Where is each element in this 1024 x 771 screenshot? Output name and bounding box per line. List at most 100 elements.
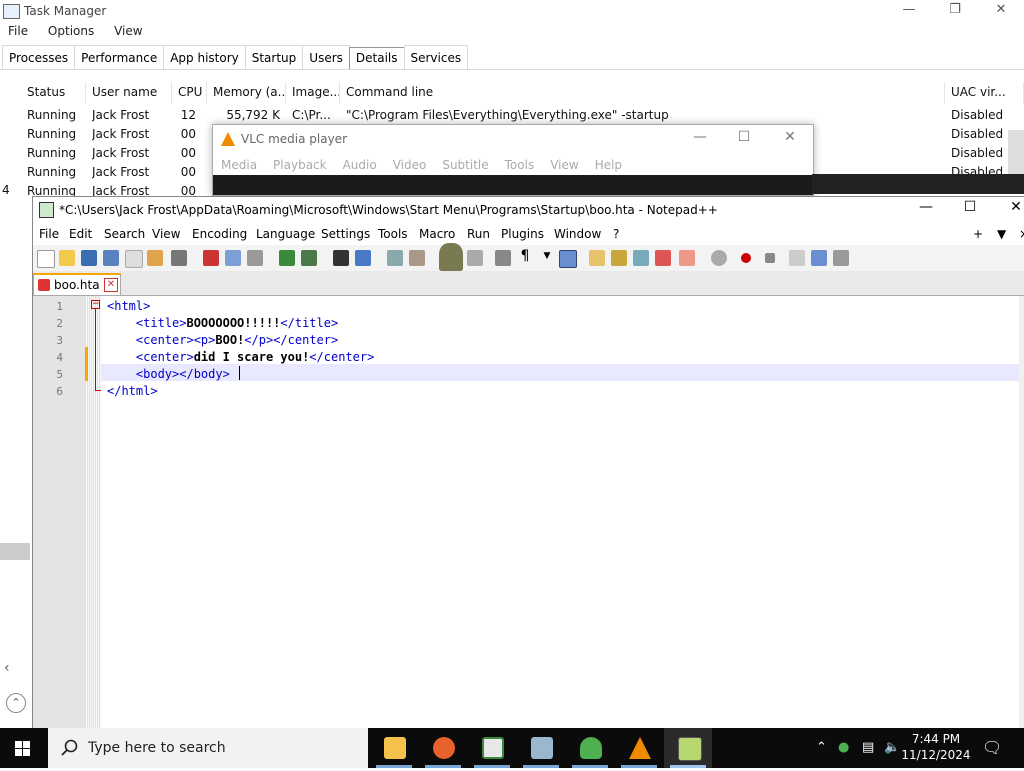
npp-menu-settings[interactable]: Settings	[321, 227, 370, 241]
col-command-line[interactable]: Command line	[340, 82, 945, 104]
col-user-name[interactable]: User name	[86, 82, 172, 104]
npp-vertical-scrollbar[interactable]	[1019, 296, 1024, 729]
taskbar-file-explorer[interactable]	[370, 728, 418, 768]
code-line[interactable]: </html>	[107, 384, 158, 398]
npp-menu-edit[interactable]: Edit	[69, 227, 92, 241]
notifications-icon[interactable]: 🗨	[982, 738, 1002, 757]
fewer-details-icon[interactable]: ⌃	[6, 693, 26, 713]
folder-workspace-icon[interactable]	[679, 250, 695, 266]
npp-minimize-icon[interactable]: —	[903, 199, 949, 221]
cut-icon[interactable]	[203, 250, 219, 266]
people-tray-icon[interactable]: ●	[838, 740, 849, 755]
col-status[interactable]: Status	[21, 82, 86, 104]
zoom-in-icon[interactable]	[387, 250, 403, 266]
close-icon[interactable]: ✕	[978, 2, 1024, 22]
undo-icon[interactable]	[279, 250, 295, 266]
vlc-menu-subtitle[interactable]: Subtitle	[442, 158, 488, 172]
taskbar-vlc[interactable]	[615, 728, 663, 768]
taskbar-people[interactable]	[566, 728, 614, 768]
file-tab-boo[interactable]: boo.hta ✕	[33, 273, 121, 295]
vlc-menu-video[interactable]: Video	[393, 158, 427, 172]
network-icon[interactable]: ▤	[862, 740, 874, 755]
npp-add-tab-icon[interactable]: +	[973, 227, 983, 241]
npp-menu-file[interactable]: File	[39, 227, 59, 241]
npp-menu-language[interactable]: Language	[256, 227, 315, 241]
indent-guide-icon[interactable]	[559, 250, 577, 268]
npp-menu-macro[interactable]: Macro	[419, 227, 455, 241]
system-clock[interactable]: 7:44 PM 11/12/2024	[896, 731, 976, 763]
npp-menu-help[interactable]: ?	[613, 227, 619, 241]
doc-map-icon[interactable]	[611, 250, 627, 266]
tab-users[interactable]: Users	[302, 45, 350, 69]
npp-menu-view[interactable]: View	[152, 227, 180, 241]
open-file-icon[interactable]	[59, 250, 75, 266]
run-macro-multiple-icon[interactable]	[811, 250, 827, 266]
npp-titlebar[interactable]: *C:\Users\Jack Frost\AppData\Roaming\Mic…	[33, 197, 1024, 223]
npp-menu-run[interactable]: Run	[467, 227, 490, 241]
taskbar-remote[interactable]	[517, 728, 565, 768]
tab-close-icon[interactable]: ✕	[104, 278, 118, 292]
vlc-menu-help[interactable]: Help	[595, 158, 622, 172]
npp-menu-encoding[interactable]: Encoding	[192, 227, 247, 241]
vlc-menu-view[interactable]: View	[550, 158, 578, 172]
start-button[interactable]	[0, 728, 46, 768]
show-hidden-icons-icon[interactable]: ⌃	[816, 740, 827, 755]
tab-services[interactable]: Services	[403, 45, 469, 69]
code-line[interactable]: <center>did I scare you!</center>	[107, 350, 374, 364]
npp-close-icon[interactable]: ✕	[993, 199, 1024, 221]
npp-tab-list-icon[interactable]: ▼	[997, 227, 1006, 241]
scroll-left-icon[interactable]: ‹	[4, 660, 28, 678]
tab-processes[interactable]: Processes	[2, 45, 76, 69]
taskbar-notepadpp[interactable]	[664, 728, 712, 768]
code-line[interactable]: <body></body>	[107, 367, 230, 381]
stop-macro-icon[interactable]	[765, 253, 775, 263]
npp-maximize-icon[interactable]: ☐	[947, 199, 993, 221]
tm-menu-options[interactable]: Options	[48, 24, 94, 38]
npp-menu-search[interactable]: Search	[104, 227, 145, 241]
code-line[interactable]: <center><p>BOO!</p></center>	[107, 333, 338, 347]
new-file-icon[interactable]	[37, 250, 55, 268]
paste-icon[interactable]	[247, 250, 263, 266]
sync-scroll-icon[interactable]	[467, 250, 483, 266]
vlc-maximize-icon[interactable]: ☐	[721, 129, 767, 149]
tab-startup[interactable]: Startup	[244, 45, 304, 69]
function-list-icon[interactable]	[655, 250, 671, 266]
fold-collapse-icon[interactable]: −	[91, 300, 100, 309]
print-icon[interactable]	[171, 250, 187, 266]
vlc-menu-audio[interactable]: Audio	[343, 158, 377, 172]
tab-details[interactable]: Details	[348, 47, 405, 69]
zoom-out-icon[interactable]	[409, 250, 425, 266]
dropdown-icon[interactable]: ▼	[539, 251, 555, 267]
npp-menu-plugins[interactable]: Plugins	[501, 227, 544, 241]
taskbar-search-box[interactable]: Type here to search	[48, 728, 368, 768]
close-file-icon[interactable]	[125, 250, 143, 268]
npp-menu-tools[interactable]: Tools	[378, 227, 408, 241]
minimize-icon[interactable]: —	[886, 2, 932, 22]
tab-app-history[interactable]: App history	[163, 45, 246, 69]
col-uac[interactable]: UAC vir...	[945, 82, 1024, 104]
vlc-menu-media[interactable]: Media	[221, 158, 257, 172]
vlc-minimize-icon[interactable]: —	[677, 129, 723, 149]
record-macro-icon[interactable]	[741, 253, 751, 263]
copy-icon[interactable]	[225, 250, 241, 266]
replace-icon[interactable]	[355, 250, 371, 266]
play-macro-icon[interactable]	[789, 250, 805, 266]
word-wrap-icon[interactable]	[495, 250, 511, 266]
col-image[interactable]: Image...	[286, 82, 340, 104]
save-all-icon[interactable]	[103, 250, 119, 266]
tm-menu-file[interactable]: File	[8, 24, 28, 38]
redo-icon[interactable]	[301, 250, 317, 266]
restore-icon[interactable]: ❐	[932, 2, 978, 22]
vlc-menu-tools[interactable]: Tools	[505, 158, 535, 172]
code-line[interactable]: <html>	[107, 299, 150, 313]
col-memory[interactable]: Memory (a...	[207, 82, 286, 104]
npp-editor[interactable]: − 1 <html> 2 <title>BOOOOOOO!!!!!</title> 3…	[33, 296, 1024, 729]
udl-icon[interactable]	[589, 250, 605, 266]
vlc-close-icon[interactable]: ✕	[767, 129, 813, 149]
tm-menu-view[interactable]: View	[114, 24, 142, 38]
doc-list-icon[interactable]	[633, 250, 649, 266]
taskbar-firefox[interactable]	[419, 728, 467, 768]
save-macro-icon[interactable]	[833, 250, 849, 266]
tab-performance[interactable]: Performance	[74, 45, 165, 69]
taskbar-app[interactable]	[468, 728, 516, 768]
